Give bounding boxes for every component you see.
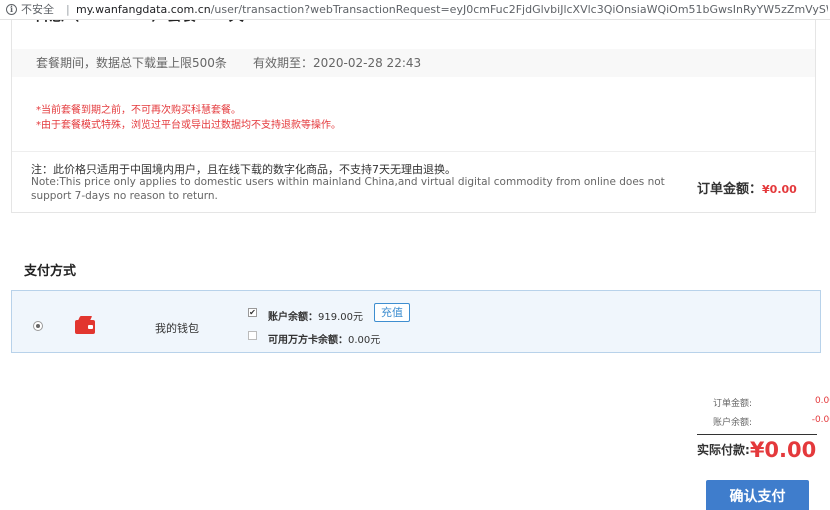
url-host: my.wanfangdata.com.cn	[76, 3, 211, 16]
info-icon[interactable]: i	[6, 4, 17, 15]
payment-method-heading: 支付方式	[24, 264, 77, 279]
summary-order-amount: 订单金额: 0.00 元	[713, 396, 830, 409]
confirm-payment-button[interactable]: 确认支付	[706, 480, 809, 510]
radio-selected-dot	[36, 324, 40, 328]
order-total-label: 订单金额：	[697, 182, 763, 197]
actual-payment-value: ¥0.00	[749, 438, 817, 462]
actual-payment: 实际付款:¥0.00	[697, 438, 816, 462]
summary-balance-value: -0.00	[811, 415, 830, 425]
wallet-icon	[75, 320, 95, 334]
summary-balance-label: 账户余额:	[713, 418, 753, 428]
account-balance-checkbox[interactable]: ✔	[248, 308, 257, 317]
warning-text-2: *由于套餐模式特殊，浏览过平台或导出过数据均不支持退款等操作。	[36, 120, 341, 131]
url-path: /user/transaction?webTransactionRequest=…	[210, 3, 828, 16]
package-expiry: 有效期至：2020-02-28 22:43	[253, 56, 422, 70]
actual-payment-label: 实际付款:	[697, 443, 750, 457]
card-balance-label: 可用万方卡余额：	[268, 335, 348, 346]
account-balance: 账户余额：919.00元	[268, 308, 363, 323]
url-separator: |	[66, 3, 70, 16]
wallet-label[interactable]: 我的钱包	[155, 320, 199, 336]
card-balance: 可用万方卡余额：0.00元	[268, 331, 380, 346]
package-period: 套餐期间，数据总下载量上限500条	[36, 56, 227, 70]
order-total-value: ¥0.00	[762, 183, 797, 196]
divider	[12, 151, 815, 152]
topup-button[interactable]: 充值	[374, 303, 410, 322]
price-note-english: Note:This price only applies to domestic…	[31, 176, 665, 202]
security-status[interactable]: 不安全	[21, 0, 54, 19]
payment-option-wallet[interactable]: 我的钱包 ✔ 账户余额：919.00元 充值 可用万方卡余额：0.00元	[11, 290, 821, 353]
summary-balance: 账户余额: -0.00 元	[713, 415, 830, 428]
package-info-box: 科慧（Sci-Fund）套餐: 30天 套餐期间，数据总下载量上限500条 有效…	[11, 14, 816, 213]
summary-divider	[697, 434, 817, 435]
card-balance-value: 0.00元	[348, 335, 381, 346]
order-total: 订单金额：¥0.00	[697, 178, 797, 197]
package-meta-row: 套餐期间，数据总下载量上限500条 有效期至：2020-02-28 22:43	[12, 49, 815, 77]
url-text[interactable]: my.wanfangdata.com.cn/user/transaction?w…	[76, 0, 828, 19]
address-bar[interactable]: i 不安全 | my.wanfangdata.com.cn/user/trans…	[0, 0, 830, 20]
summary-order-amount-label: 订单金额:	[713, 399, 753, 409]
warning-text-1: *当前套餐到期之前，不可再次购买科慧套餐。	[36, 105, 241, 116]
wallet-radio[interactable]	[33, 321, 43, 331]
summary-order-amount-value: 0.00	[814, 396, 830, 406]
card-balance-checkbox[interactable]	[248, 331, 257, 340]
account-balance-value: 919.00元	[318, 312, 363, 323]
account-balance-label: 账户余额：	[268, 312, 318, 323]
